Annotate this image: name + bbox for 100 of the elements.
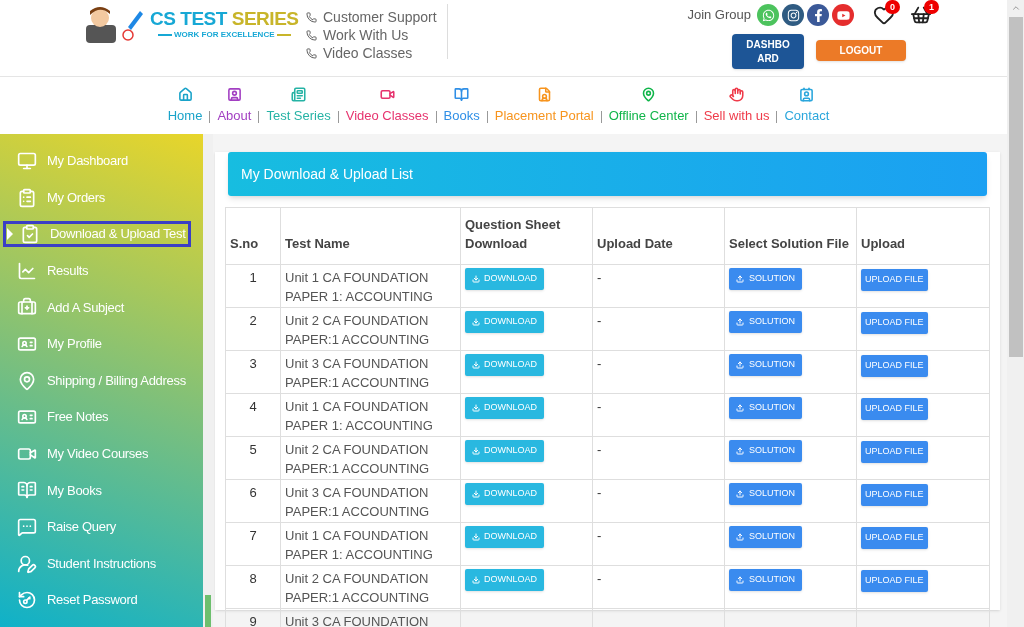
column-header: S.no: [225, 207, 281, 265]
youtube-icon[interactable]: [832, 4, 854, 26]
nav-link[interactable]: Placement Portal: [494, 87, 594, 126]
sidebar-item[interactable]: Reset Password: [3, 587, 191, 614]
nav-link[interactable]: About: [217, 87, 252, 126]
table-cell: -: [592, 350, 725, 394]
download-icon: [472, 275, 480, 283]
download-icon: [472, 490, 480, 498]
table-cell: -: [592, 565, 725, 609]
upload-file-button[interactable]: UPLOAD FILE: [861, 483, 928, 506]
sidebar-item[interactable]: My Video Courses: [3, 440, 191, 467]
sidebar-item[interactable]: Results: [3, 257, 191, 284]
table-cell: 6: [225, 479, 281, 523]
phone-icon: [306, 47, 317, 59]
cart-count-badge: 1: [924, 0, 939, 14]
download-button[interactable]: DOWNLOAD: [465, 483, 544, 505]
upload-file-button[interactable]: UPLOAD FILE: [861, 526, 928, 549]
upload-icon: [736, 447, 744, 455]
sidebar-item[interactable]: My Books: [3, 477, 191, 504]
solution-button[interactable]: SOLUTION: [729, 354, 802, 376]
nav-link[interactable]: Contact: [784, 87, 830, 126]
scrollbar-thumb[interactable]: [1008, 17, 1023, 357]
table-cell: 1: [225, 264, 281, 308]
solution-button[interactable]: SOLUTION: [729, 397, 802, 419]
facebook-icon[interactable]: [807, 4, 829, 26]
wishlist-count-badge: 0: [885, 0, 900, 14]
upload-file-button[interactable]: UPLOAD FILE: [861, 569, 928, 592]
sidebar-item[interactable]: My Profile: [3, 330, 191, 357]
dashboard-button[interactable]: DASHBO ARD: [732, 34, 804, 69]
download-button[interactable]: DOWNLOAD: [465, 354, 544, 376]
upload-icon: [736, 533, 744, 541]
location-pin-icon: [641, 87, 657, 103]
table-cell: Unit 1 CA FOUNDATION PAPER 1: ACCOUNTING: [280, 522, 461, 566]
upload-icon: [736, 404, 744, 412]
scrollbar-thumb[interactable]: [205, 595, 211, 627]
sidebar-item[interactable]: Student Instructions: [3, 550, 191, 577]
download-button[interactable]: DOWNLOAD: [465, 397, 544, 419]
join-group-label: Join Group: [687, 6, 751, 25]
column-header: Upload: [856, 207, 990, 265]
sidebar-item[interactable]: Add A Subject: [3, 294, 191, 321]
table-cell: Unit 2 CA FOUNDATION PAPER:1 ACCOUNTING: [280, 436, 461, 480]
table-cell: 9: [225, 608, 281, 627]
document-icon: [536, 87, 552, 103]
column-header: Select Solution File: [724, 207, 857, 265]
sidebar-item[interactable]: My Dashboard: [3, 148, 191, 174]
download-button[interactable]: DOWNLOAD: [465, 268, 544, 290]
nav-link[interactable]: Test Series: [266, 87, 331, 126]
download-icon: [472, 447, 480, 455]
solution-button[interactable]: SOLUTION: [729, 268, 802, 290]
location-pin-icon: [17, 370, 37, 391]
table-cell: Unit 3 CA FOUNDATION PAPER:1 ACCOUNTING: [280, 479, 461, 523]
contact-card-icon: [799, 87, 815, 103]
nav-link[interactable]: Video Classes: [345, 87, 429, 126]
briefcase-icon: [17, 297, 37, 318]
download-button[interactable]: DOWNLOAD: [465, 526, 544, 548]
instagram-icon[interactable]: [782, 4, 804, 26]
upload-file-button[interactable]: UPLOAD FILE: [861, 268, 928, 291]
column-header: Test Name: [280, 207, 461, 265]
upload-file-button[interactable]: UPLOAD FILE: [861, 354, 928, 377]
book-icon: [454, 87, 470, 103]
sidebar-item[interactable]: Free Notes: [3, 404, 191, 431]
sidebar-item[interactable]: Shipping / Billing Address: [3, 367, 191, 394]
upload-icon: [736, 490, 744, 498]
sidebar-item[interactable]: Raise Query: [3, 513, 191, 540]
upload-file-button[interactable]: UPLOAD FILE: [861, 397, 928, 420]
download-icon: [472, 576, 480, 584]
sidebar-item[interactable]: Download & Upload Test: [3, 221, 191, 248]
upload-file-button[interactable]: UPLOAD FILE: [861, 311, 928, 334]
nav-link[interactable]: Offline Center: [608, 87, 689, 126]
phone-icon: [306, 11, 317, 23]
logout-button[interactable]: LOGOUT: [816, 40, 906, 61]
download-button[interactable]: DOWNLOAD: [465, 569, 544, 591]
solution-button[interactable]: SOLUTION: [729, 526, 802, 548]
upload-icon: [736, 361, 744, 369]
monitor-icon: [17, 151, 37, 171]
solution-button[interactable]: SOLUTION: [729, 483, 802, 505]
table-cell: -: [592, 522, 725, 566]
download-icon: [472, 318, 480, 326]
table-cell: -: [592, 436, 725, 480]
newspaper-icon: [291, 87, 307, 103]
solution-button[interactable]: SOLUTION: [729, 440, 802, 462]
question-bubble-icon: [17, 516, 37, 537]
panel-header: My Download & Upload List: [228, 152, 987, 196]
solution-button[interactable]: SOLUTION: [729, 311, 802, 333]
table-cell: 7: [225, 522, 281, 566]
nav-link[interactable]: Sell with us: [703, 87, 770, 126]
upload-file-button[interactable]: UPLOAD FILE: [861, 440, 928, 463]
hand-icon: [729, 87, 745, 103]
basket-icon[interactable]: [910, 4, 932, 26]
table-cell: Unit 1 CA FOUNDATION PAPER 1: ACCOUNTING: [280, 393, 461, 437]
nav-link[interactable]: Home: [167, 87, 203, 126]
nav-link[interactable]: Books: [443, 87, 480, 126]
column-header: Upload Date: [592, 207, 725, 265]
heart-icon[interactable]: [873, 4, 895, 26]
solution-button[interactable]: SOLUTION: [729, 569, 802, 591]
table-cell: -: [592, 393, 725, 437]
download-button[interactable]: DOWNLOAD: [465, 440, 544, 462]
sidebar-item[interactable]: My Orders: [3, 184, 191, 211]
download-button[interactable]: DOWNLOAD: [465, 311, 544, 333]
list-icon: [17, 187, 37, 208]
